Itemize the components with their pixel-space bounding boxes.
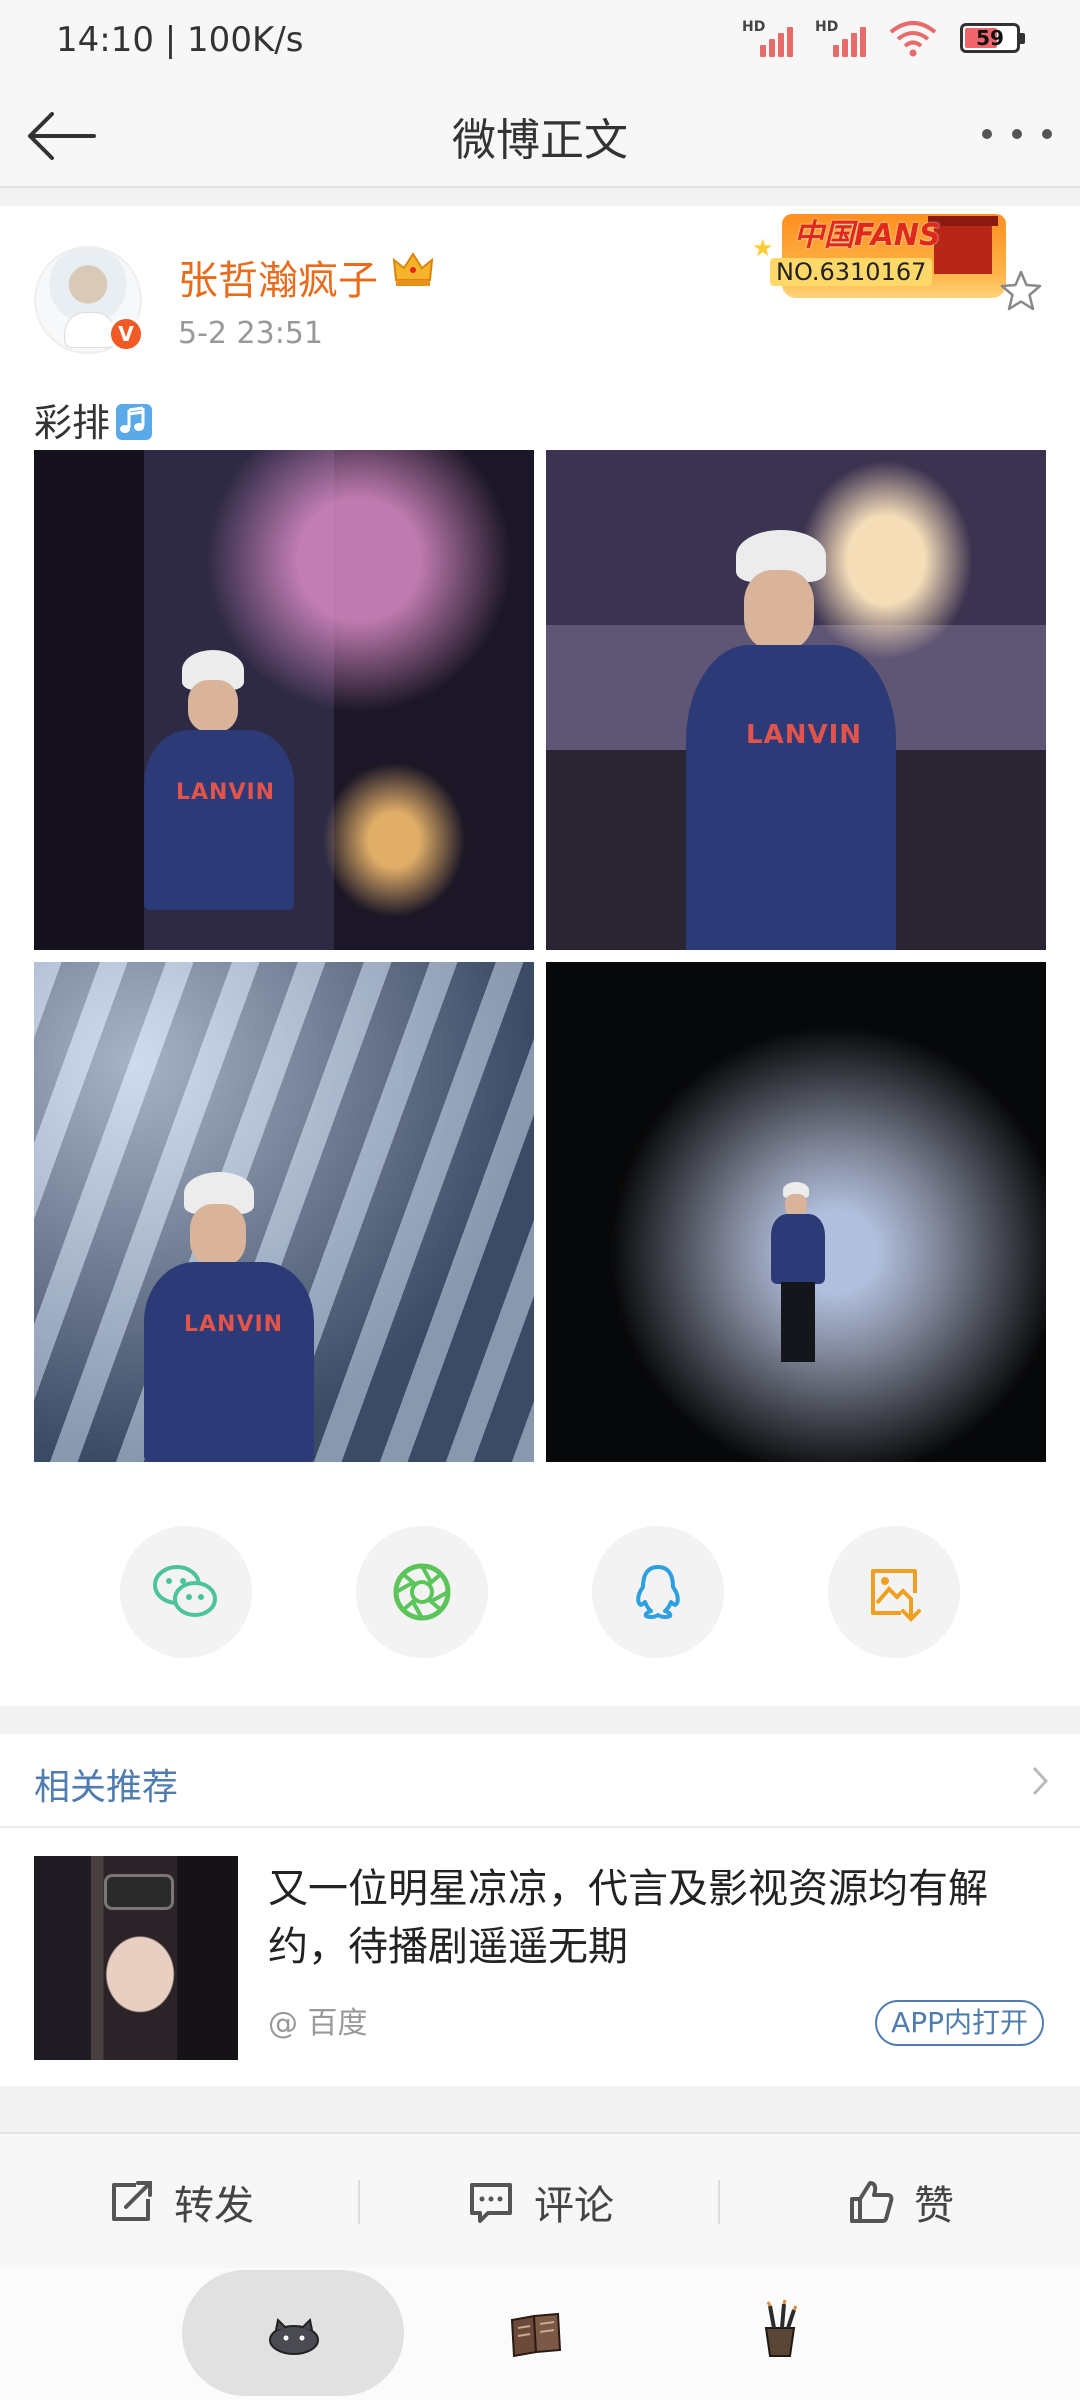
wechat-icon [153,1565,217,1617]
like-button[interactable]: 赞 [720,2134,1080,2270]
post-photo-1[interactable]: LANVIN [34,450,534,950]
repost-button[interactable]: 转发 [0,2134,360,2270]
post-photo-4[interactable] [546,962,1046,1462]
action-bar: 转发 评论 赞 [0,2132,1080,2268]
status-bar: 14:10 | 100K/s HD HD 59 [0,0,1080,84]
post-time: 5-2 23:51 [178,316,323,351]
favorite-star-icon[interactable] [998,268,1044,314]
related-title: 相关推荐 [34,1767,179,1808]
nav-bar: 微博正文 [0,84,1080,188]
comment-icon [470,2183,512,2223]
fans-badge-label: 中国FANS [794,218,941,253]
verified-badge-icon: V [108,316,144,352]
bottom-dock [0,2268,1080,2400]
battery-level: 59 [976,26,1004,50]
gate-icon [928,216,998,274]
status-icons: HD HD 59 [742,18,1025,58]
post-text: 彩排 [34,392,154,447]
pencil-cup-icon[interactable] [748,2298,812,2362]
save-image-icon [871,1569,921,1622]
book-icon[interactable] [504,2302,568,2366]
share-qq-button[interactable] [592,1526,724,1658]
signal-hd-2-icon: HD [815,19,866,57]
signal-hd-icon: HD [742,19,793,57]
battery-icon: 59 [960,23,1025,53]
wifi-icon [889,21,937,57]
thumbs-up-icon [850,2181,894,2223]
page-title: 微博正文 [452,115,628,166]
repost-icon [112,2181,152,2221]
related-headline: 又一位明星凉凉，代言及影视资源均有解约，待播剧遥遥无期 [268,1866,988,1970]
share-row [0,1526,1080,1666]
crown-icon [392,252,434,286]
related-section: 相关推荐 又一位明星凉凉，代言及影视资源均有解约，待播剧遥遥无期 @ 百度 AP… [0,1734,1080,2086]
chevron-right-icon [1032,1766,1049,1796]
status-time-speed: 14:10 | 100K/s [56,20,304,60]
comment-label: 评论 [534,2183,614,2229]
post-card: V 张哲瀚疯子 5-2 23:51 ★ 中国FANS NO.6310167 彩排… [0,206,1080,1706]
post-photo-3[interactable]: LANVIN [34,962,534,1462]
related-item[interactable]: 又一位明星凉凉，代言及影视资源均有解约，待播剧遥遥无期 @ 百度 APP内打开 [0,1828,1080,2086]
qq-icon [636,1565,680,1619]
related-thumbnail [34,1856,238,2060]
like-label: 赞 [914,2183,954,2229]
moments-icon [393,1563,451,1621]
share-moments-button[interactable] [356,1526,488,1658]
cat-icon[interactable] [262,2302,326,2366]
save-image-button[interactable] [828,1526,960,1658]
post-photo-2[interactable]: LANVIN [546,450,1046,950]
music-note-icon [116,404,153,440]
comment-button[interactable]: 评论 [360,2134,720,2270]
share-wechat-button[interactable] [120,1526,252,1658]
fans-badge-number: NO.6310167 [770,258,933,286]
fans-badge[interactable]: ★ 中国FANS NO.6310167 [744,206,1006,298]
related-source: @ 百度 [268,2006,368,2041]
related-header[interactable]: 相关推荐 [0,1734,1080,1828]
open-in-app-button[interactable]: APP内打开 [875,2000,1044,2046]
post-username[interactable]: 张哲瀚疯子 [178,248,378,306]
more-options-button[interactable] [982,114,1052,154]
post-text-content: 彩排 [34,401,111,445]
repost-label: 转发 [174,2183,254,2229]
